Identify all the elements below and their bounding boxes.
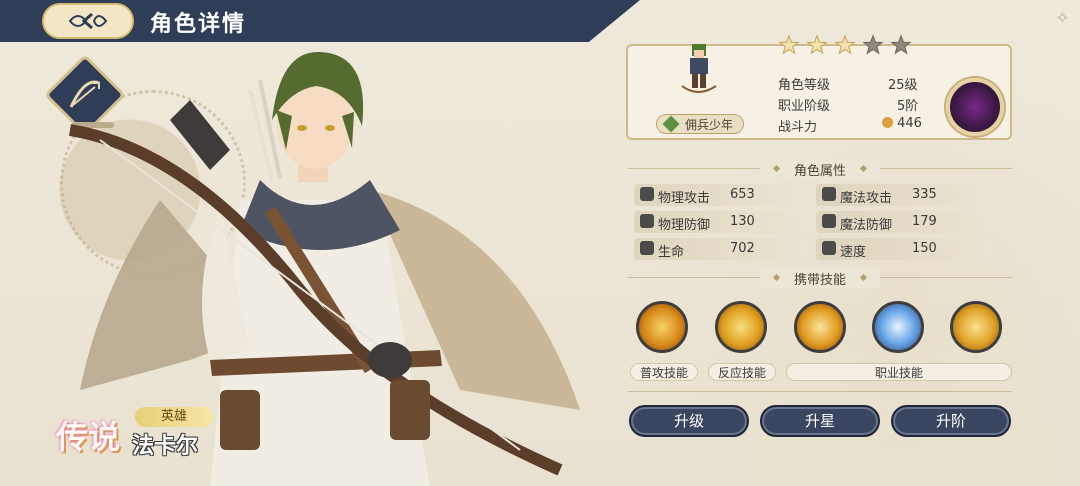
- stat-row-hp: 生命 702: [634, 238, 810, 260]
- stat-value: 702: [730, 241, 755, 256]
- stat-label: 生命: [658, 245, 685, 260]
- star-filled-icon: [778, 34, 800, 55]
- power-flame-icon: [882, 117, 893, 128]
- job-tag[interactable]: 佣兵少年: [656, 114, 744, 134]
- corner-ornament-icon: ✧: [1054, 8, 1070, 29]
- counter-arrow-icon[interactable]: [715, 301, 767, 353]
- stat-value: 179: [912, 214, 937, 229]
- stat-row-magic-attack: 魔法攻击 335: [816, 184, 992, 206]
- stat-label: 物理防御: [658, 218, 711, 233]
- level-value: 25级: [888, 78, 918, 93]
- star-rating: [778, 34, 912, 56]
- speed-icon: [822, 241, 836, 255]
- level-label: 角色等级: [778, 78, 831, 93]
- stat-label: 速度: [840, 245, 867, 260]
- magic-attack-icon: [822, 187, 836, 201]
- job-tag-label: 佣兵少年: [685, 118, 734, 132]
- stat-row-magic-defense: 魔法防御 179: [816, 211, 992, 233]
- stat-value: 130: [730, 214, 755, 229]
- hero-name: 法卡尔: [132, 434, 199, 459]
- ice-rain-icon[interactable]: [872, 301, 924, 353]
- stat-label: 魔法攻击: [840, 191, 893, 206]
- stat-row-speed: 速度 150: [816, 238, 992, 260]
- hero-title-chip: 英雄: [135, 407, 213, 427]
- basic-skill-label: 普攻技能: [630, 363, 698, 381]
- attributes-section-title: 角色属性: [760, 160, 880, 179]
- star-filled-icon: [834, 34, 856, 55]
- heart-icon: [640, 241, 654, 255]
- stat-row-physical-attack: 物理攻击 653: [634, 184, 810, 206]
- job-skill-label: 职业技能: [786, 363, 1012, 381]
- reaction-skill-label: 反应技能: [708, 363, 776, 381]
- star-empty-icon: [890, 34, 912, 55]
- rank-label: 职业阶级: [778, 99, 831, 114]
- rarity-badge: 传说: [48, 405, 128, 465]
- character-sprite: [681, 44, 717, 93]
- upgrade-button[interactable]: 升级: [629, 405, 749, 437]
- stat-value: 150: [912, 241, 937, 256]
- shield-icon: [640, 214, 654, 228]
- star-up-button[interactable]: 升星: [760, 405, 880, 437]
- arrow-shot-icon[interactable]: [636, 301, 688, 353]
- stat-row-physical-defense: 物理防御 130: [634, 211, 810, 233]
- crescent-slash-icon[interactable]: [950, 301, 1002, 353]
- star-empty-icon: [862, 34, 884, 55]
- cross-strike-icon[interactable]: [794, 301, 846, 353]
- power-label: 战斗力: [778, 120, 818, 135]
- rank-value: 5阶: [897, 99, 919, 114]
- star-filled-icon: [806, 34, 828, 55]
- sword-icon: [640, 187, 654, 201]
- rank-up-button[interactable]: 升阶: [891, 405, 1011, 437]
- power-value: 446: [897, 116, 922, 131]
- skills-section-title: 携带技能: [760, 269, 880, 288]
- actions-divider: [628, 391, 1012, 392]
- stat-label: 魔法防御: [840, 218, 893, 233]
- power-value-group: 446: [882, 116, 922, 131]
- stat-label: 物理攻击: [658, 191, 711, 206]
- ultimate-skill-icon[interactable]: [946, 78, 1004, 136]
- stat-value: 653: [730, 187, 755, 202]
- job-diamond-icon: [662, 115, 680, 133]
- rarity-label: 传说: [55, 418, 120, 456]
- stat-value: 335: [912, 187, 937, 202]
- magic-defense-icon: [822, 214, 836, 228]
